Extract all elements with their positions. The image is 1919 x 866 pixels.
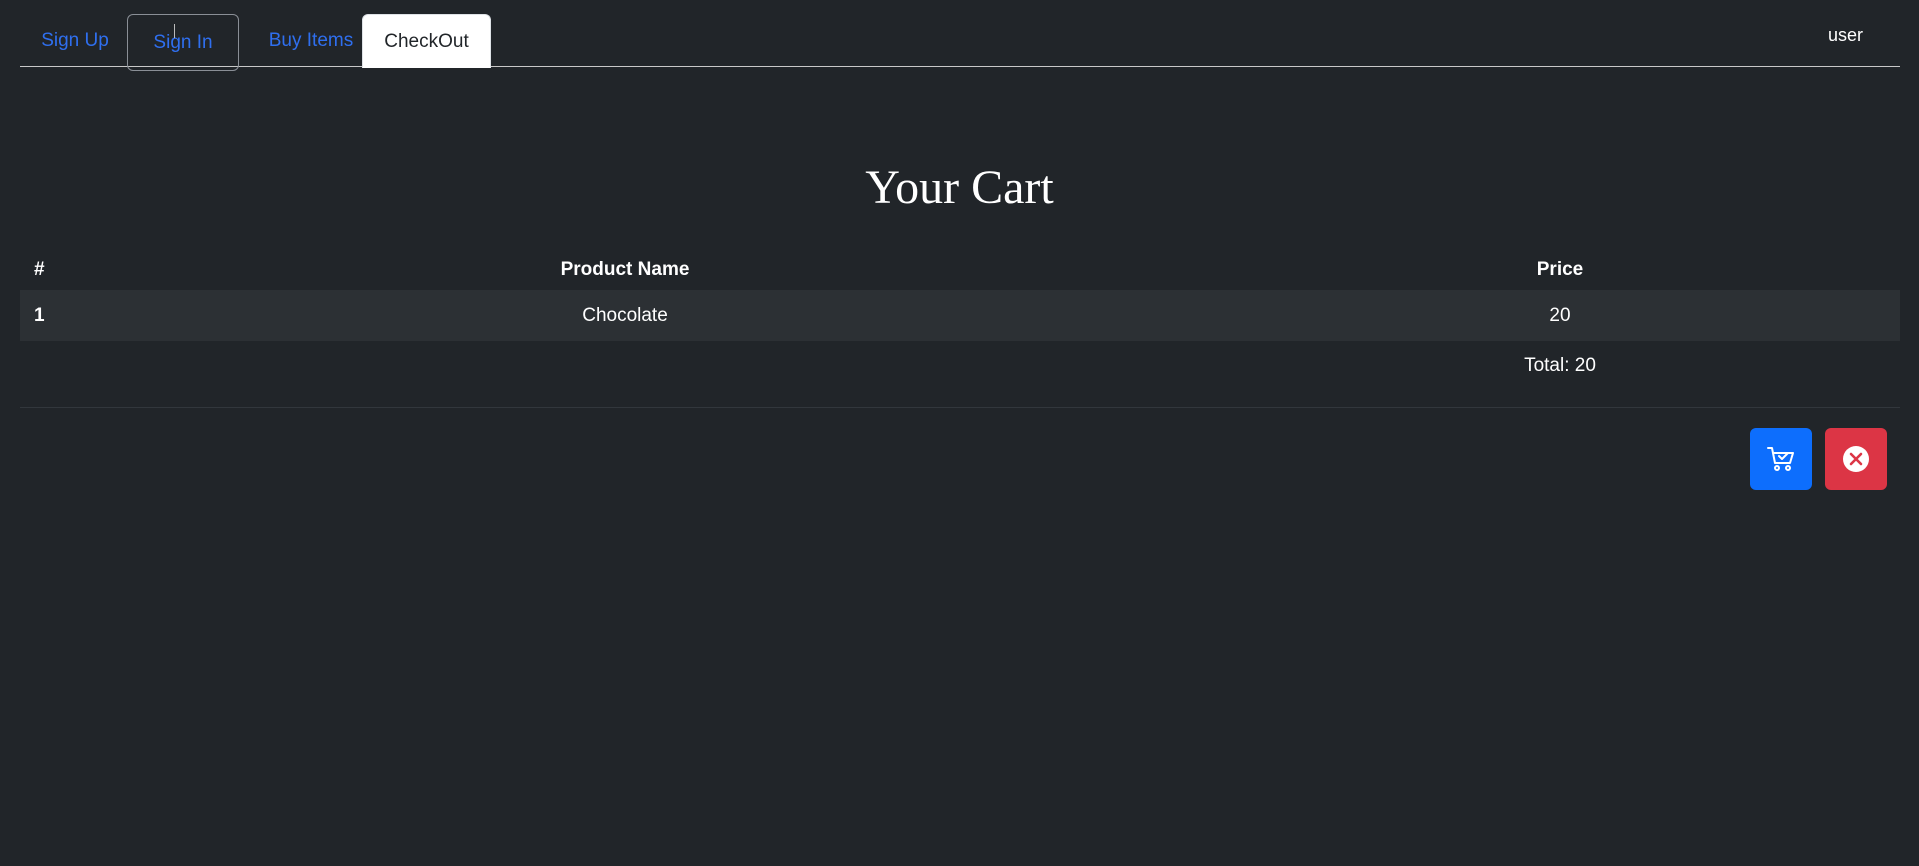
- nav-tabs: Sign Up Sign In Buy Items CheckOut: [20, 14, 1900, 71]
- table-row: 1 Chocolate 20: [20, 290, 1900, 341]
- header-price: Price: [1536, 259, 1584, 280]
- row-price: 20: [1549, 305, 1571, 326]
- page: Sign Up Sign In Buy Items CheckOut user …: [0, 0, 1919, 866]
- tab-buy-items[interactable]: Buy Items: [246, 14, 376, 67]
- row-product-name: Chocolate: [582, 305, 668, 326]
- tab-checkout[interactable]: CheckOut: [362, 14, 491, 68]
- header-num: #: [34, 259, 45, 280]
- cart-table: # Product Name Price 1 Chocolate 20 Tota…: [20, 250, 1900, 391]
- text-cursor-icon: [174, 24, 177, 38]
- checkout-button[interactable]: [1750, 428, 1812, 490]
- x-circle-icon: [1843, 446, 1869, 472]
- cart-check-icon: [1767, 447, 1794, 471]
- table-total-row: Total: 20: [20, 341, 1900, 391]
- user-label[interactable]: user: [1828, 25, 1863, 46]
- tab-sign-up[interactable]: Sign Up: [20, 14, 130, 67]
- row-num: 1: [34, 305, 45, 326]
- tab-sign-in[interactable]: Sign In: [127, 14, 239, 71]
- header-product-name: Product Name: [560, 259, 690, 280]
- table-header-row: # Product Name Price: [20, 250, 1900, 290]
- page-title: Your Cart: [865, 161, 1054, 214]
- cancel-button[interactable]: [1825, 428, 1887, 490]
- divider: [20, 407, 1900, 408]
- cart-total: Total: 20: [1524, 355, 1596, 376]
